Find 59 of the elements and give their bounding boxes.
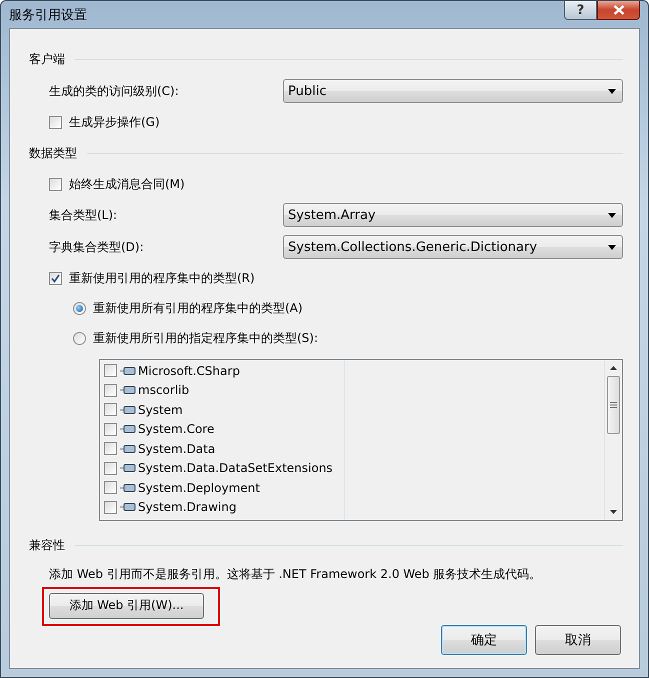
- dropdown-arrow-icon: [608, 88, 616, 94]
- checkbox-label[interactable]: 始终生成消息合同(M): [69, 176, 185, 192]
- checkbox[interactable]: [104, 481, 117, 494]
- section-title: 兼容性: [29, 536, 65, 554]
- section-title: 数据类型: [29, 144, 77, 162]
- window-title: 服务引用设置: [9, 7, 87, 24]
- list-item[interactable]: System.Core: [138, 422, 214, 436]
- assembly-icon: [120, 385, 136, 396]
- list-item[interactable]: Microsoft.CSharp: [138, 364, 240, 378]
- list-item[interactable]: System.Data: [138, 442, 216, 456]
- help-button[interactable]: ?: [564, 1, 597, 20]
- list-item[interactable]: System.Drawing: [138, 500, 236, 514]
- radio-label[interactable]: 重新使用所有引用的程序集中的类型(A): [93, 300, 303, 316]
- checkbox[interactable]: [104, 442, 117, 456]
- radio-button[interactable]: [73, 302, 86, 314]
- checkbox-label[interactable]: 生成异步操作(G): [69, 114, 160, 130]
- close-icon: [612, 5, 624, 15]
- dropdown[interactable]: Public: [283, 79, 623, 103]
- assembly-icon: [120, 463, 136, 474]
- list-item[interactable]: System.Data.DataSetExtensions: [138, 461, 333, 476]
- checkbox[interactable]: [104, 500, 117, 514]
- dropdown[interactable]: System.Array: [283, 203, 623, 227]
- assembly-icon: [120, 502, 136, 512]
- assembly-icon: [120, 404, 136, 415]
- checkbox[interactable]: [49, 178, 62, 190]
- checkbox[interactable]: [104, 384, 117, 397]
- list-item[interactable]: System: [138, 402, 183, 417]
- dropdown-arrow-icon: [608, 244, 616, 250]
- assembly-icon: [120, 482, 136, 493]
- checkbox[interactable]: [104, 364, 117, 378]
- list-item[interactable]: System.Deployment: [138, 480, 260, 495]
- assembly-list[interactable]: Microsoft.CSharp mscorlib System System.Core System.Data System.Data.DataSetExtensions System.Deployment System.Drawing: [99, 359, 623, 521]
- scroll-down-icon[interactable]: [610, 510, 617, 514]
- list-item[interactable]: mscorlib: [138, 383, 190, 398]
- radio-button[interactable]: [73, 332, 86, 344]
- grip-icon: [610, 402, 617, 408]
- scrollbar[interactable]: [604, 360, 622, 520]
- add-web-reference-button[interactable]: 添加 Web 引用(W)...: [49, 592, 204, 618]
- section-title: 客户端: [29, 50, 65, 68]
- cancel-button[interactable]: 取消: [535, 625, 621, 655]
- assembly-icon: [120, 444, 136, 454]
- checkbox[interactable]: [49, 272, 62, 284]
- checkbox[interactable]: [104, 462, 117, 475]
- description-text: 添加 Web 引用而不是服务引用。这将基于 .NET Framework 2.0 Web 服务技术生成代码。: [49, 566, 542, 582]
- dropdown-arrow-icon: [608, 212, 616, 218]
- checkbox[interactable]: [49, 116, 62, 128]
- field-label: 生成的类的访问级别(C):: [49, 82, 179, 100]
- radio-label[interactable]: 重新使用所引用的指定程序集中的类型(S):: [93, 330, 318, 346]
- assembly-icon: [120, 424, 136, 434]
- close-button[interactable]: [597, 1, 640, 20]
- field-label: 集合类型(L):: [49, 206, 118, 224]
- checkbox-label[interactable]: 重新使用引用的程序集中的类型(R): [69, 270, 255, 286]
- ok-button[interactable]: 确定: [441, 625, 527, 655]
- scroll-up-icon[interactable]: [610, 366, 617, 370]
- dropdown[interactable]: System.Collections.Generic.Dictionary: [283, 235, 623, 259]
- assembly-icon: [120, 366, 136, 376]
- checkbox[interactable]: [104, 403, 117, 416]
- field-label: 字典集合类型(D):: [49, 238, 144, 256]
- checkbox[interactable]: [104, 422, 117, 436]
